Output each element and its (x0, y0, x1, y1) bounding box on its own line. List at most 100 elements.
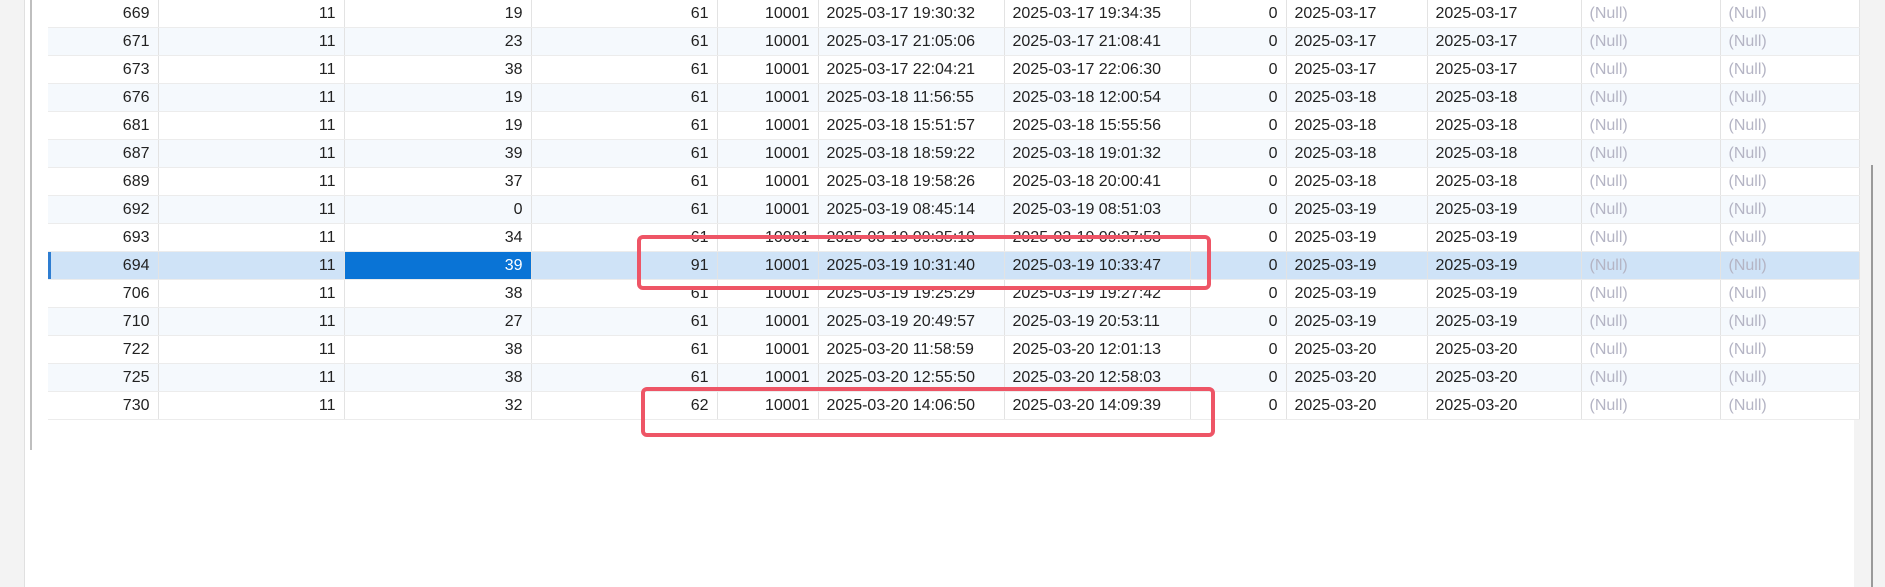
cell-end-time[interactable]: 2025-03-20 12:58:03 (1004, 363, 1191, 392)
cell-date2[interactable]: 2025-03-20 (1427, 335, 1582, 364)
cell-col2[interactable]: 11 (158, 335, 345, 364)
cell-id[interactable]: 722 (48, 335, 159, 364)
table-row[interactable]: 692 11 0 61 10001 2025-03-19 08:45:14 2025-03-… (48, 195, 1860, 224)
cell-col2[interactable]: 11 (158, 27, 345, 56)
cell-col5[interactable]: 10001 (717, 195, 819, 224)
cell-flag[interactable]: 0 (1190, 0, 1287, 28)
cell-end-time[interactable]: 2025-03-19 09:37:53 (1004, 223, 1191, 252)
cell-id[interactable]: 681 (48, 111, 159, 140)
cell-end-time[interactable]: 2025-03-18 15:55:56 (1004, 111, 1191, 140)
cell-end-time[interactable]: 2025-03-18 20:00:41 (1004, 167, 1191, 196)
cell-null2[interactable]: (Null) (1720, 27, 1860, 56)
cell-null1[interactable]: (Null) (1581, 391, 1721, 420)
cell-col4[interactable]: 61 (531, 55, 718, 84)
cell-col5[interactable]: 10001 (717, 223, 819, 252)
cell-null2[interactable]: (Null) (1720, 167, 1860, 196)
cell-null2[interactable]: (Null) (1720, 279, 1860, 308)
cell-flag[interactable]: 0 (1190, 111, 1287, 140)
cell-col3[interactable]: 37 (344, 167, 532, 196)
cell-end-time[interactable]: 2025-03-19 19:27:42 (1004, 279, 1191, 308)
cell-null2[interactable]: (Null) (1720, 251, 1860, 280)
cell-start-time[interactable]: 2025-03-20 12:55:50 (818, 363, 1005, 392)
cell-date1[interactable]: 2025-03-20 (1286, 391, 1428, 420)
cell-col2[interactable]: 11 (158, 111, 345, 140)
cell-end-time[interactable]: 2025-03-17 22:06:30 (1004, 55, 1191, 84)
table-row[interactable]: 725 11 38 61 10001 2025-03-20 12:55:50 2025-03… (48, 363, 1860, 392)
cell-id[interactable]: 669 (48, 0, 159, 28)
cell-col3[interactable]: 38 (344, 363, 532, 392)
cell-col2[interactable]: 11 (158, 223, 345, 252)
cell-null2[interactable]: (Null) (1720, 111, 1860, 140)
cell-flag[interactable]: 0 (1190, 307, 1287, 336)
cell-null1[interactable]: (Null) (1581, 279, 1721, 308)
cell-col3[interactable]: 38 (344, 279, 532, 308)
cell-id[interactable]: 692 (48, 195, 159, 224)
cell-null2[interactable]: (Null) (1720, 391, 1860, 420)
cell-start-time[interactable]: 2025-03-19 20:49:57 (818, 307, 1005, 336)
table-row[interactable]: 671 11 23 61 10001 2025-03-17 21:05:06 2025-03… (48, 27, 1860, 56)
cell-col2[interactable]: 11 (158, 363, 345, 392)
cell-col4[interactable]: 61 (531, 139, 718, 168)
cell-id[interactable]: 725 (48, 363, 159, 392)
cell-col4[interactable]: 62 (531, 391, 718, 420)
cell-flag[interactable]: 0 (1190, 251, 1287, 280)
cell-col2[interactable]: 11 (158, 195, 345, 224)
cell-col4[interactable]: 61 (531, 0, 718, 28)
cell-col3[interactable]: 39 (344, 139, 532, 168)
cell-col3[interactable]: 19 (344, 111, 532, 140)
cell-date1[interactable]: 2025-03-18 (1286, 83, 1428, 112)
table-row[interactable]: 681 11 19 61 10001 2025-03-18 15:51:57 2025-03… (48, 111, 1860, 140)
cell-col2[interactable]: 11 (158, 55, 345, 84)
cell-col4[interactable]: 61 (531, 167, 718, 196)
cell-date2[interactable]: 2025-03-19 (1427, 195, 1582, 224)
cell-start-time[interactable]: 2025-03-18 11:56:55 (818, 83, 1005, 112)
table-row[interactable]: 693 11 34 61 10001 2025-03-19 09:35:10 2025-03… (48, 223, 1860, 252)
cell-flag[interactable]: 0 (1190, 223, 1287, 252)
cell-col3[interactable]: 19 (344, 0, 532, 28)
cell-start-time[interactable]: 2025-03-17 19:30:32 (818, 0, 1005, 28)
cell-null1[interactable]: (Null) (1581, 139, 1721, 168)
cell-end-time[interactable]: 2025-03-17 19:34:35 (1004, 0, 1191, 28)
cell-end-time[interactable]: 2025-03-20 14:09:39 (1004, 391, 1191, 420)
cell-start-time[interactable]: 2025-03-19 10:31:40 (818, 251, 1005, 280)
cell-date1[interactable]: 2025-03-20 (1286, 363, 1428, 392)
cell-col3[interactable]: 38 (344, 55, 532, 84)
cell-id[interactable]: 693 (48, 223, 159, 252)
cell-date2[interactable]: 2025-03-18 (1427, 83, 1582, 112)
cell-null1[interactable]: (Null) (1581, 363, 1721, 392)
cell-date1[interactable]: 2025-03-19 (1286, 223, 1428, 252)
cell-col3[interactable]: 27 (344, 307, 532, 336)
cell-date2[interactable]: 2025-03-17 (1427, 0, 1582, 28)
cell-start-time[interactable]: 2025-03-17 21:05:06 (818, 27, 1005, 56)
cell-null2[interactable]: (Null) (1720, 195, 1860, 224)
left-scrollbar-track[interactable] (30, 0, 32, 450)
cell-col5[interactable]: 10001 (717, 391, 819, 420)
cell-null2[interactable]: (Null) (1720, 363, 1860, 392)
cell-flag[interactable]: 0 (1190, 55, 1287, 84)
cell-date2[interactable]: 2025-03-17 (1427, 27, 1582, 56)
cell-col3[interactable]: 0 (344, 195, 532, 224)
cell-start-time[interactable]: 2025-03-19 08:45:14 (818, 195, 1005, 224)
cell-col2[interactable]: 11 (158, 83, 345, 112)
cell-col5[interactable]: 10001 (717, 55, 819, 84)
cell-col5[interactable]: 10001 (717, 111, 819, 140)
cell-flag[interactable]: 0 (1190, 167, 1287, 196)
cell-col2[interactable]: 11 (158, 251, 345, 280)
cell-date1[interactable]: 2025-03-17 (1286, 55, 1428, 84)
cell-col4[interactable]: 61 (531, 363, 718, 392)
cell-start-time[interactable]: 2025-03-20 11:58:59 (818, 335, 1005, 364)
cell-flag[interactable]: 0 (1190, 83, 1287, 112)
cell-flag[interactable]: 0 (1190, 195, 1287, 224)
cell-col3[interactable]: 38 (344, 335, 532, 364)
cell-id[interactable]: 689 (48, 167, 159, 196)
cell-col2[interactable]: 11 (158, 391, 345, 420)
cell-col2[interactable]: 11 (158, 0, 345, 28)
cell-col3[interactable]: 34 (344, 223, 532, 252)
table-row[interactable]: 710 11 27 61 10001 2025-03-19 20:49:57 2025-03… (48, 307, 1860, 336)
table-row[interactable]: 669 11 19 61 10001 2025-03-17 19:30:32 2025-03… (48, 0, 1860, 28)
cell-end-time[interactable]: 2025-03-19 20:53:11 (1004, 307, 1191, 336)
cell-null1[interactable]: (Null) (1581, 251, 1721, 280)
vertical-scrollbar[interactable] (1871, 165, 1873, 587)
cell-col2[interactable]: 11 (158, 167, 345, 196)
cell-date2[interactable]: 2025-03-18 (1427, 111, 1582, 140)
